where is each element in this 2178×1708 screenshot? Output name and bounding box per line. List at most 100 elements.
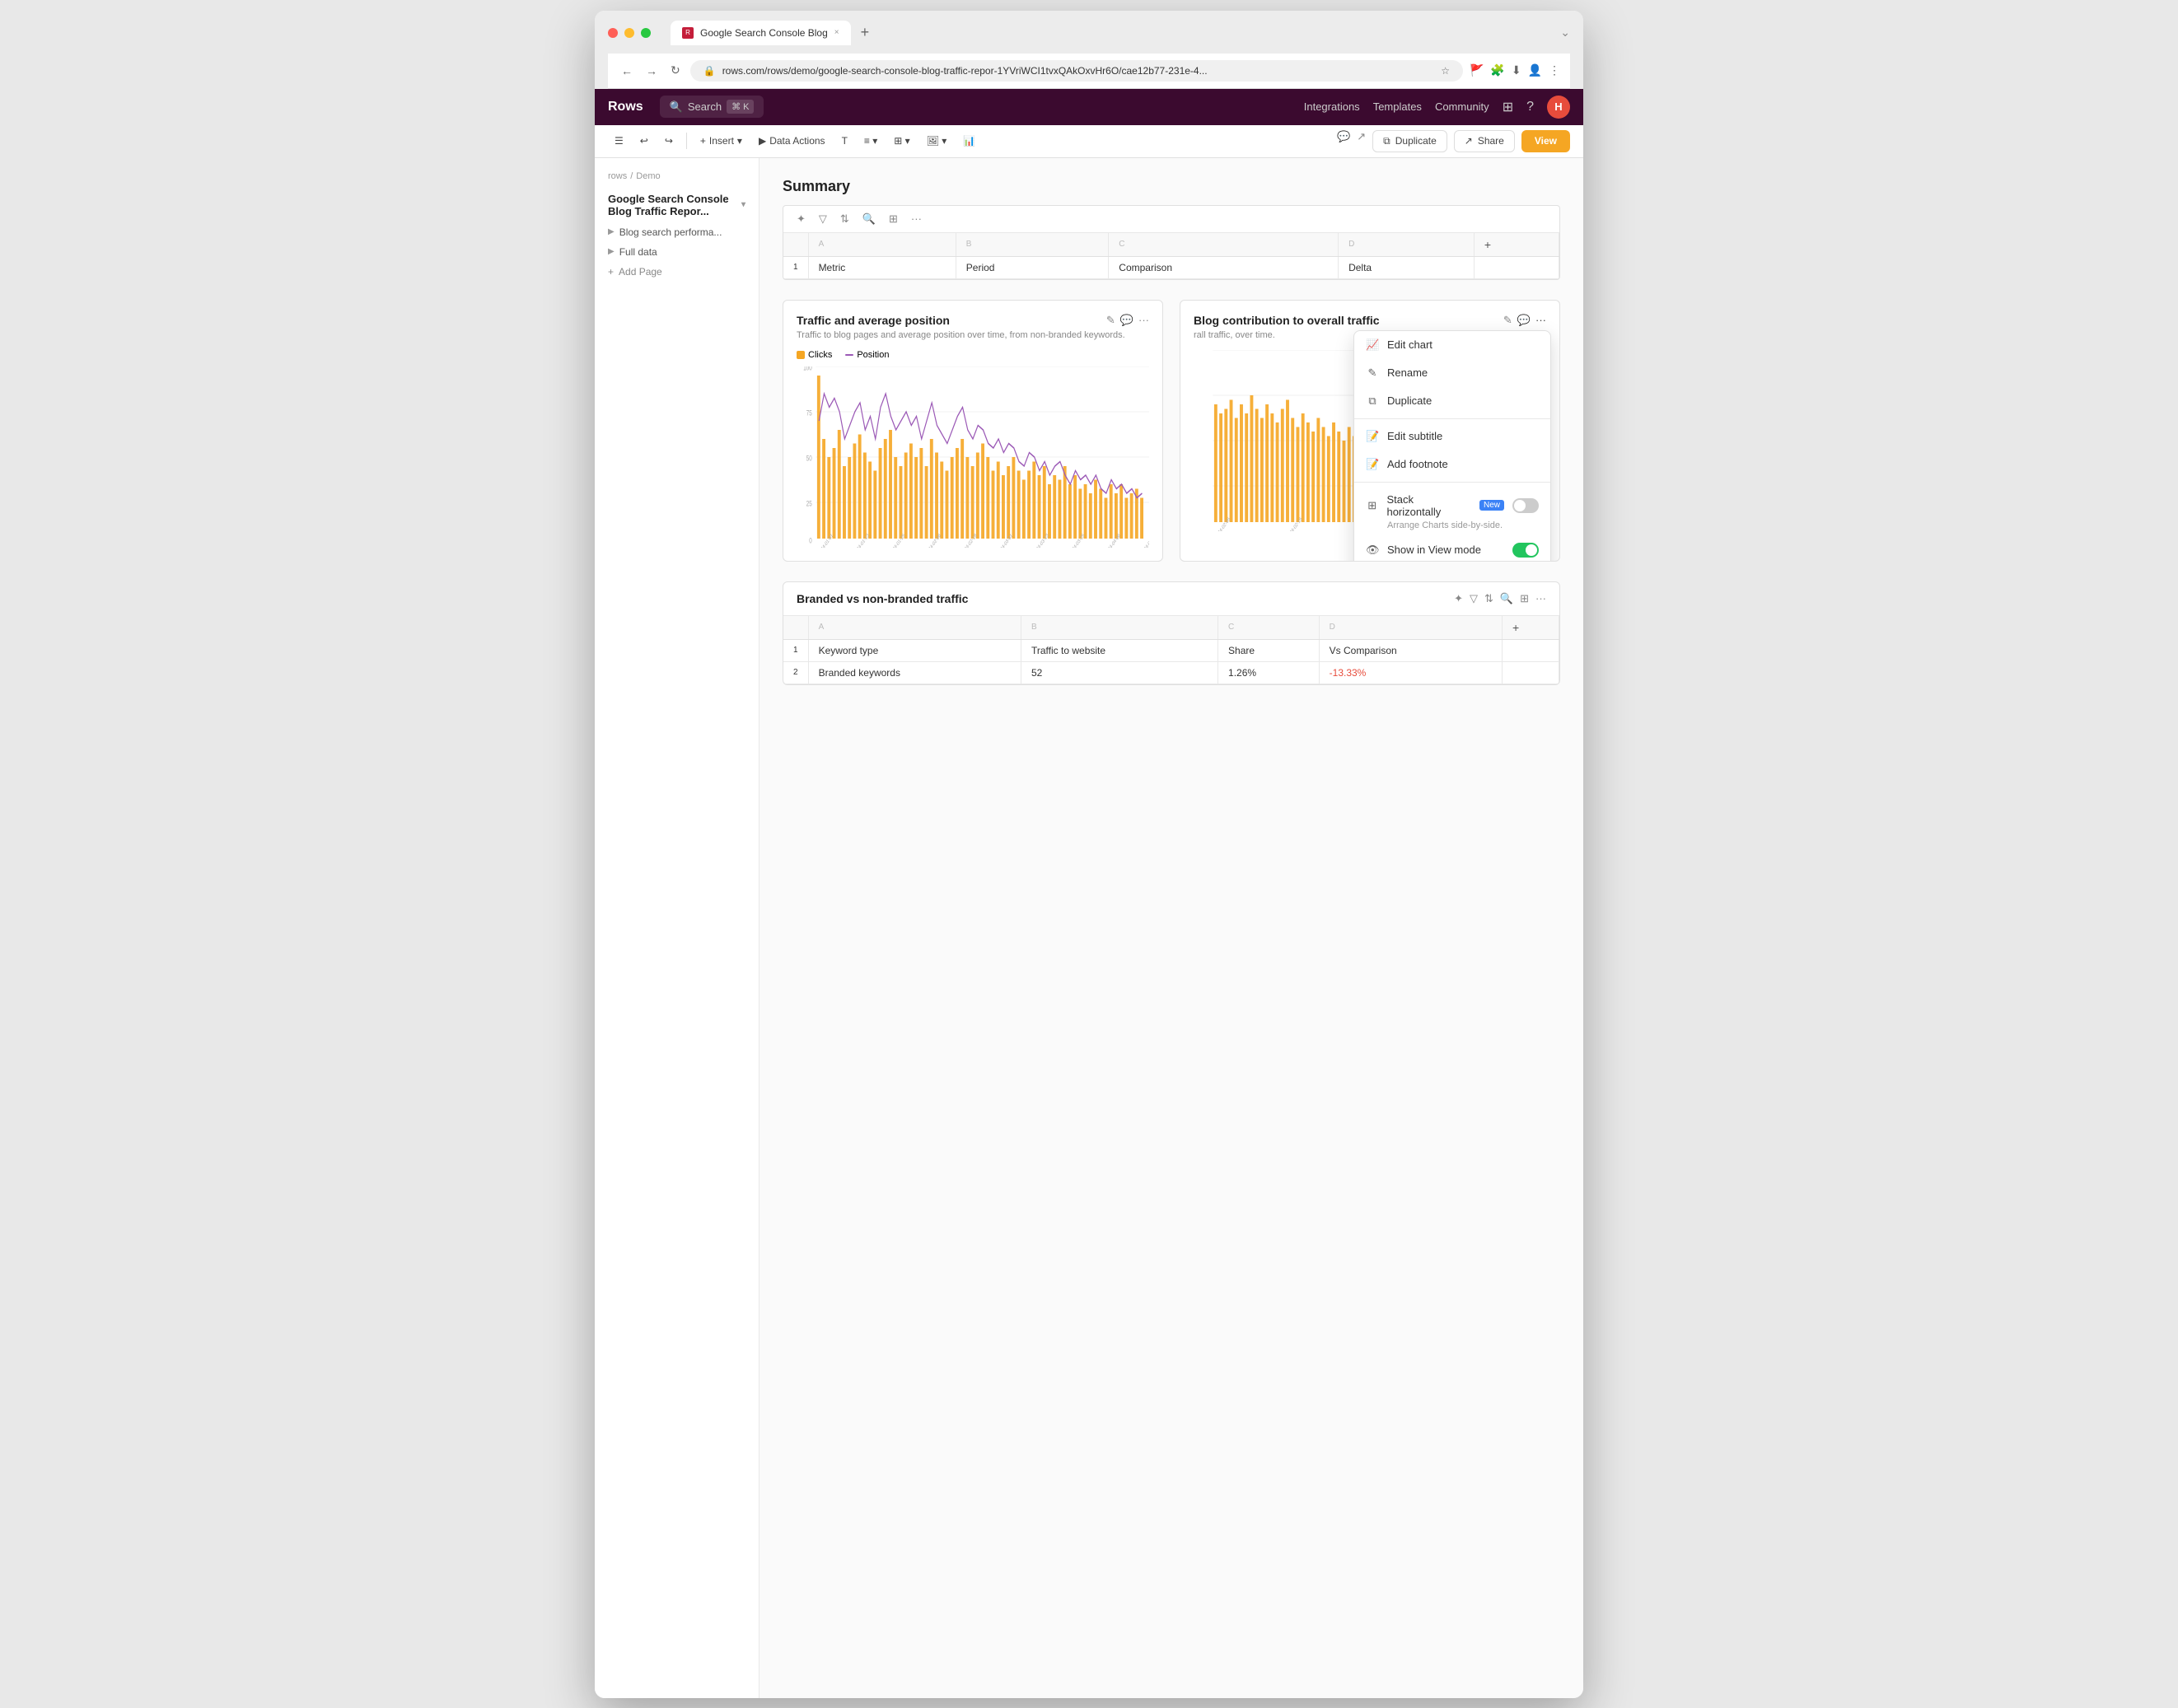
extensions-icon[interactable]: 🚩 (1470, 63, 1484, 77)
branded-table: A B C D + 1 Keyword type Traffic (783, 616, 1559, 684)
profile-icon[interactable]: 👤 (1528, 63, 1542, 77)
reload-button[interactable]: ↻ (667, 60, 684, 81)
bt-header-traffic[interactable]: Traffic to website (1021, 639, 1218, 661)
search-button[interactable]: 🔍 Search ⌘ K (660, 96, 764, 118)
stack-toggle-off[interactable] (1512, 498, 1539, 513)
sort-icon[interactable]: ⇅ (837, 211, 853, 227)
edit-blog-icon[interactable]: ✎ (1503, 314, 1512, 327)
new-tab-button[interactable]: + (854, 21, 876, 44)
add-page-button[interactable]: + Add Page (595, 262, 759, 282)
cell-delta[interactable]: Delta (1339, 256, 1475, 278)
more-blog-icon[interactable]: ··· (1535, 314, 1546, 327)
bt-row2-share[interactable]: 1.26% (1218, 661, 1320, 684)
format-text-button[interactable]: T (835, 132, 854, 150)
dropdown-duplicate[interactable]: ⧉ Duplicate (1354, 387, 1550, 415)
dropdown-edit-chart[interactable]: 📈 Edit chart (1354, 331, 1550, 359)
community-link[interactable]: Community (1435, 100, 1489, 113)
sidebar-item-full-data[interactable]: ▶ Full data (595, 242, 759, 262)
dropdown-show-view-mode[interactable]: 👁 Show in View mode (1354, 535, 1550, 562)
view-mode-toggle[interactable] (1512, 543, 1539, 558)
col-add[interactable]: + (1474, 233, 1559, 257)
filter-icon[interactable]: ▽ (816, 211, 830, 227)
download-icon[interactable]: ⬇ (1512, 63, 1521, 77)
breadcrumb-demo[interactable]: Demo (636, 171, 660, 181)
address-bar[interactable]: 🔒 rows.com/rows/demo/google-search-conso… (690, 60, 1463, 82)
templates-link[interactable]: Templates (1373, 100, 1422, 113)
sidebar: rows / Demo Google Search Console Blog T… (595, 158, 759, 1698)
summary-table-container: ✦ ▽ ⇅ 🔍 ⊞ ··· A B C (783, 205, 1560, 280)
sidebar-toggle-button[interactable]: ☰ (608, 132, 630, 150)
document-title[interactable]: Google Search Console Blog Traffic Repor… (595, 188, 759, 222)
more-chart-icon[interactable]: ··· (1138, 314, 1149, 327)
maximize-button[interactable] (641, 28, 651, 38)
stack-toggle[interactable] (1512, 498, 1539, 513)
active-tab[interactable]: R Google Search Console Blog × (671, 21, 851, 45)
integrations-link[interactable]: Integrations (1304, 100, 1360, 113)
cell-metric[interactable]: Metric (808, 256, 956, 278)
search-table-icon[interactable]: 🔍 (859, 211, 879, 227)
forward-button[interactable]: → (643, 61, 661, 81)
magic-icon[interactable]: ✦ (793, 211, 809, 227)
data-actions-button[interactable]: ▶ Data Actions (752, 132, 832, 150)
breadcrumb-rows[interactable]: rows (608, 171, 627, 181)
share-button[interactable]: ↗ Share (1454, 130, 1515, 152)
sidebar-item-blog-performance[interactable]: ▶ Blog search performa... (595, 222, 759, 242)
bottom-filter-icon[interactable]: ▽ (1470, 592, 1478, 605)
bottom-magic-icon[interactable]: ✦ (1454, 592, 1463, 605)
bottom-section-icons: ✦ ▽ ⇅ 🔍 ⊞ ··· (1454, 592, 1546, 605)
bt-header-keyword[interactable]: Keyword type (808, 639, 1021, 661)
close-button[interactable] (608, 28, 618, 38)
redo-button[interactable]: ↪ (658, 132, 680, 150)
view-button[interactable]: View (1521, 130, 1570, 152)
edit-icon[interactable]: ✎ (1106, 314, 1115, 327)
bt-row2-keyword[interactable]: Branded keywords (808, 661, 1021, 684)
dropdown-edit-subtitle[interactable]: 📝 Edit subtitle (1354, 422, 1550, 450)
cell-period[interactable]: Period (956, 256, 1109, 278)
bottom-grid-icon[interactable]: ⊞ (1520, 592, 1529, 605)
history-icon[interactable]: ↗ (1357, 130, 1366, 152)
cell-comparison[interactable]: Comparison (1109, 256, 1339, 278)
duplicate-icon: ⧉ (1383, 135, 1390, 147)
dropdown-stack-horizontally[interactable]: ⊞ Stack horizontally New (1354, 486, 1550, 525)
menu-icon[interactable]: ⋮ (1549, 63, 1560, 77)
insert-label: Insert (709, 135, 734, 147)
bt-row2-vscomp[interactable]: -13.33% (1319, 661, 1502, 684)
avatar[interactable]: H (1547, 96, 1570, 119)
search-shortcut: ⌘ K (727, 100, 754, 114)
bookmark-icon[interactable]: ☆ (1441, 65, 1450, 77)
document-title-text: Google Search Console Blog Traffic Repor… (608, 193, 741, 217)
menu-separator-2 (1354, 482, 1550, 483)
bottom-sort-icon[interactable]: ⇅ (1484, 592, 1493, 605)
undo-button[interactable]: ↩ (633, 132, 655, 150)
insert-button[interactable]: + Insert ▾ (694, 132, 749, 150)
grid-view-icon[interactable]: ⊞ (886, 211, 901, 227)
puzzle-icon[interactable]: 🧩 (1490, 63, 1504, 77)
bt-col-add[interactable]: + (1503, 616, 1559, 640)
bt-header-vscomp[interactable]: Vs Comparison (1319, 639, 1502, 661)
bottom-search-icon[interactable]: 🔍 (1500, 592, 1513, 605)
chart-button[interactable]: 📊 (956, 132, 982, 150)
svg-text:0: 0 (809, 536, 811, 544)
dropdown-add-footnote[interactable]: 📝 Add footnote (1354, 450, 1550, 478)
tab-close-icon[interactable]: × (834, 28, 839, 37)
grid-button[interactable]: ⊞ ▾ (887, 132, 916, 150)
image-button[interactable]: 🖼 ▾ (920, 132, 954, 150)
bt-row2-traffic[interactable]: 52 (1021, 661, 1218, 684)
comment-chart-icon[interactable]: 💬 (1120, 314, 1133, 327)
bt-col-c: C (1218, 616, 1320, 640)
bt-header-share[interactable]: Share (1218, 639, 1320, 661)
help-icon[interactable]: ? (1526, 100, 1534, 114)
col-b-header: B (956, 233, 1109, 257)
more-icon[interactable]: ··· (908, 211, 925, 226)
rename-label: Rename (1387, 366, 1428, 379)
comment-blog-icon[interactable]: 💬 (1517, 314, 1531, 327)
view-mode-toggle-on[interactable] (1512, 543, 1539, 558)
duplicate-button[interactable]: ⧉ Duplicate (1372, 130, 1447, 152)
grid-icon[interactable]: ⊞ (1503, 99, 1513, 115)
dropdown-rename[interactable]: ✎ Rename (1354, 359, 1550, 387)
align-button[interactable]: ≡ ▾ (858, 132, 884, 150)
minimize-button[interactable] (624, 28, 634, 38)
comment-icon[interactable]: 💬 (1337, 130, 1350, 152)
back-button[interactable]: ← (618, 61, 636, 81)
bottom-more-icon[interactable]: ··· (1535, 592, 1546, 605)
